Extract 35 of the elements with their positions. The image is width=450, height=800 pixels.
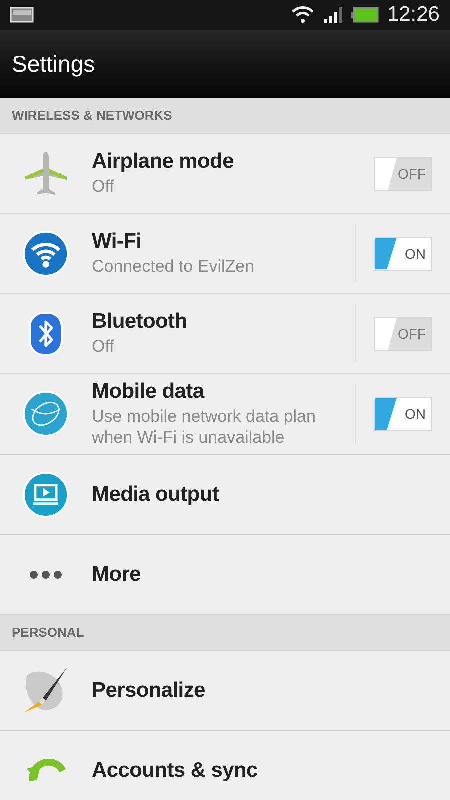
settings-row[interactable]: Bluetooth Off OFF <box>0 294 450 374</box>
setting-title: Media output <box>92 482 220 506</box>
screen-title: Settings <box>12 50 96 78</box>
more-icon <box>29 570 63 580</box>
clock-time: 12:26 <box>387 3 440 27</box>
setting-summary: Connected to EvilZen <box>92 256 256 277</box>
settings-row[interactable]: Accounts & sync <box>0 731 450 800</box>
setting-title: Airplane mode <box>92 150 235 174</box>
setting-summary: Off <box>92 176 116 197</box>
toggle-switch[interactable]: ON <box>374 236 432 270</box>
settings-row[interactable]: Personalize <box>0 651 450 731</box>
settings-row[interactable]: Wi-Fi Connected to EvilZen ON <box>0 214 450 294</box>
setting-summary: Off <box>92 336 116 357</box>
setting-title: Personalize <box>92 678 206 702</box>
wifi-signal-icon <box>291 5 316 25</box>
settings-row[interactable]: Mobile data Use mobile network data plan when Wi-Fi is unavailable ON <box>0 374 450 455</box>
image-icon <box>10 7 34 23</box>
cell-signal-icon <box>323 6 344 24</box>
section-header: WIRELESS & NETWORKS <box>12 108 172 123</box>
setting-title: Accounts & sync <box>92 758 259 782</box>
settings-row[interactable]: Airplane mode Off OFF <box>0 134 450 214</box>
globe-icon <box>22 390 70 438</box>
setting-title: Bluetooth <box>92 310 188 334</box>
setting-title: Wi-Fi <box>92 230 143 254</box>
screen-play-icon <box>22 470 70 518</box>
bluetooth-icon <box>29 312 63 356</box>
setting-title: Mobile data <box>92 380 206 404</box>
wifi-icon <box>22 230 70 278</box>
toggle-switch[interactable]: ON <box>374 397 432 431</box>
settings-row[interactable]: Media output <box>0 455 450 535</box>
section-header: PERSONAL <box>12 625 84 640</box>
battery-icon <box>351 7 380 23</box>
sync-icon <box>26 758 66 782</box>
setting-title: More <box>92 562 142 586</box>
setting-summary: Use mobile network data plan when Wi-Fi is unavailable <box>92 406 317 448</box>
